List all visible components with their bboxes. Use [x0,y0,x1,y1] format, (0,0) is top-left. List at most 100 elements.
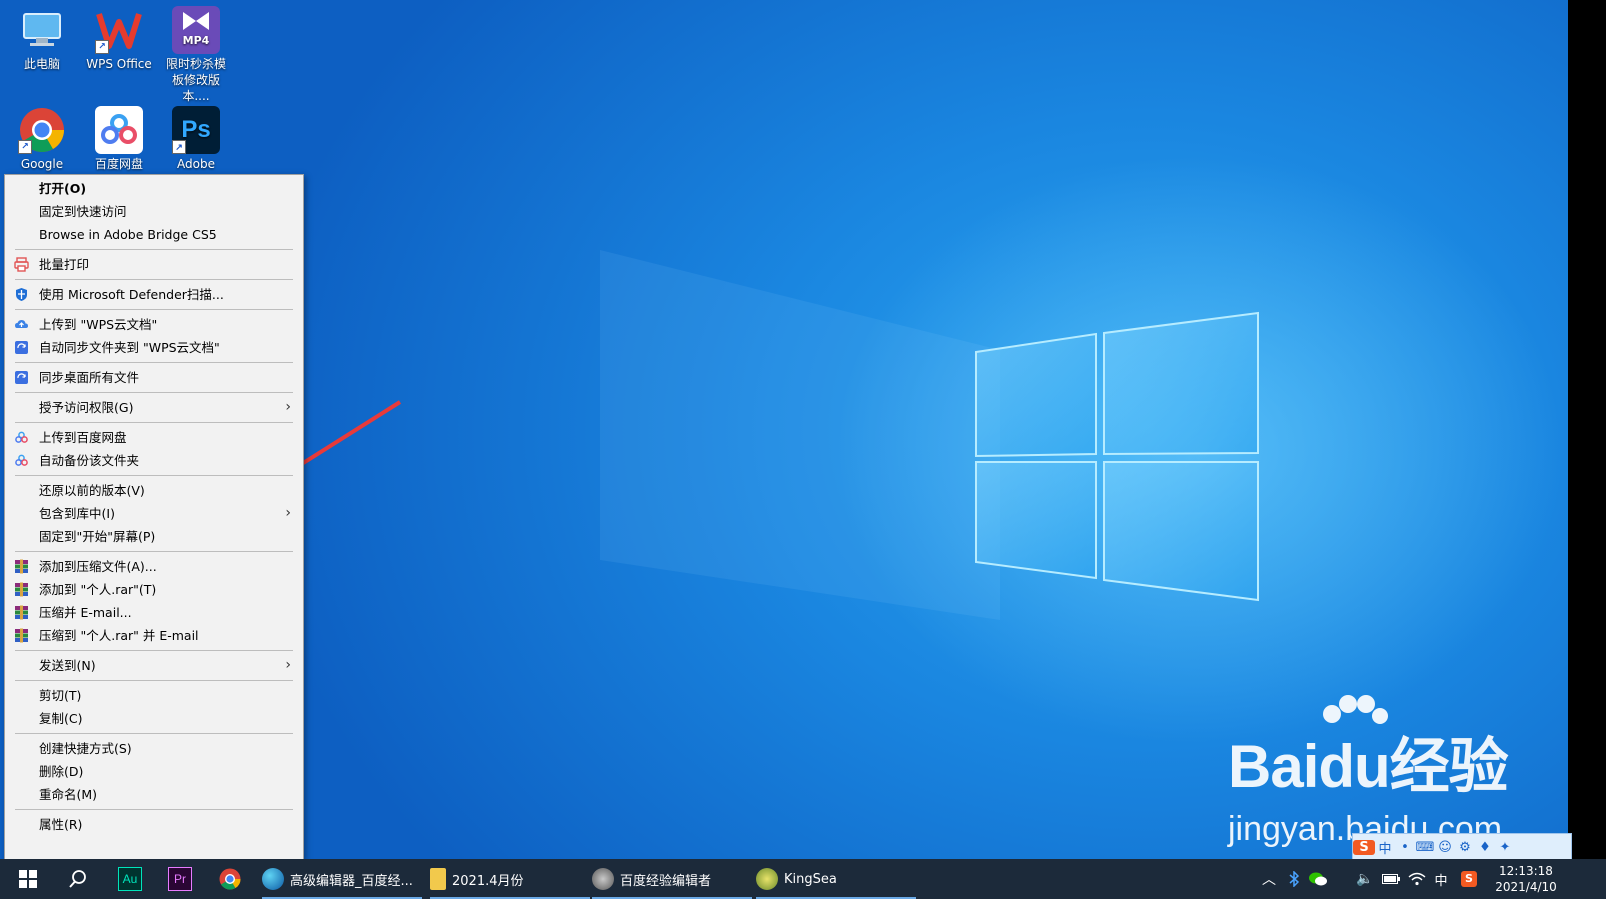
bluetooth-icon[interactable] [1284,859,1304,899]
winrar-icon [15,559,28,574]
menu-item-label: 还原以前的版本(V) [39,483,145,498]
wps-cloud-icon [15,320,28,328]
menu-item-label: 批量打印 [39,257,90,272]
menu-item-label: 添加到 "个人.rar"(T) [39,582,157,597]
taskbar-app-edge[interactable]: 高级编辑器_百度经... [262,859,422,899]
menu-item-create-shortcut[interactable]: 创建快捷方式(S) [5,737,303,760]
menu-separator [15,309,293,310]
menu-item-label: 同步桌面所有文件 [39,370,140,385]
battery-icon[interactable] [1380,859,1402,899]
menu-item-pin-quick-access[interactable]: 固定到快速访问 [5,200,303,223]
taskbar-pinned-premiere[interactable]: Pr [164,859,196,899]
menu-item-send-to[interactable]: 发送到(N) › [5,654,303,677]
clock-date: 2021/4/10 [1495,880,1557,894]
menu-item-grant-access[interactable]: 授予访问权限(G) › [5,396,303,419]
menu-separator [15,362,293,363]
ime-toolbar[interactable]: S 中 • ⌨ ☺ ⚙ ♦ ✦ [1352,833,1572,859]
wifi-icon[interactable] [1406,859,1428,899]
menu-separator [15,422,293,423]
menu-item-label: 发送到(N) [39,658,96,673]
ime-skin-icon[interactable]: ♦ [1475,840,1495,855]
menu-item-add-to-rar[interactable]: 添加到 "个人.rar"(T) [5,578,303,601]
computer-icon [18,6,66,54]
volume-icon[interactable]: 🔈 [1354,859,1376,899]
menu-item-defender-scan[interactable]: 使用 Microsoft Defender扫描... [5,283,303,306]
desktop-icon-adobe[interactable]: Ps ↗ Adobe [158,100,234,172]
menu-item-label: 添加到压缩文件(A)... [39,559,157,574]
clock[interactable]: 12:13:18 2021/4/10 [1486,859,1566,899]
winrar-icon [15,582,28,597]
menu-item-label: 剪切(T) [39,688,82,703]
printer-icon [14,257,29,272]
baidu-netdisk-icon [15,454,28,466]
desktop-icon-label: Adobe [177,157,215,171]
windows-start-icon [19,870,37,888]
desktop-icon-label: 限时秒杀模板修改版本.... [165,57,226,103]
desktop-icon-wps[interactable]: ↗ WPS Office [81,0,157,72]
menu-item-add-to-archive[interactable]: 添加到压缩文件(A)... [5,555,303,578]
menu-item-auto-backup[interactable]: 自动备份该文件夹 [5,449,303,472]
start-button[interactable] [12,859,44,899]
baidu-paw-icon [1323,695,1389,724]
context-menu: 打开(O) 固定到快速访问 Browse in Adobe Bridge CS5… [4,174,304,859]
menu-separator [15,475,293,476]
menu-item-adobe-bridge[interactable]: Browse in Adobe Bridge CS5 [5,223,303,246]
ime-indicator[interactable]: 中 [1432,859,1450,899]
menu-item-pin-start[interactable]: 固定到"开始"屏幕(P) [5,525,303,548]
wechat-icon[interactable] [1306,859,1330,899]
wps-sync-icon [15,371,28,384]
menu-item-label: 打开(O) [39,181,87,196]
menu-item-label: 固定到"开始"屏幕(P) [39,529,156,544]
menu-item-delete[interactable]: 删除(D) [5,760,303,783]
ime-lang-toggle[interactable]: 中 [1375,838,1395,857]
desktop-icon-label: WPS Office [86,57,152,71]
menu-item-label: 上传到百度网盘 [39,430,127,445]
shortcut-arrow-icon: ↗ [172,140,186,154]
menu-item-include-library[interactable]: 包含到库中(I) › [5,502,303,525]
desktop-icon-mp4[interactable]: MP4 限时秒杀模板修改版本.... [158,0,234,104]
kingsea-icon [756,868,778,890]
sogou-s-icon[interactable]: S [1353,839,1375,855]
ime-emoji-icon[interactable]: ☺ [1435,840,1455,855]
submenu-chevron-icon: › [285,657,291,673]
desktop-icon-this-pc[interactable]: 此电脑 [4,0,80,72]
tray-overflow-chevron-icon[interactable]: ︿ [1258,859,1280,899]
desktop-icon-google[interactable]: ↗ Google [4,100,80,172]
ime-punct-toggle[interactable]: • [1395,840,1415,855]
ime-toolbox-icon[interactable]: ✦ [1495,840,1515,855]
menu-item-sync-desktop[interactable]: 同步桌面所有文件 [5,366,303,389]
search-button[interactable] [62,859,94,899]
menu-item-open[interactable]: 打开(O) [5,177,303,200]
menu-item-label: 属性(R) [39,817,83,832]
ime-keyboard-icon[interactable]: ⌨ [1415,840,1435,855]
menu-item-label: 上传到 "WPS云文档" [39,317,158,332]
wps-icon: ↗ [95,6,143,54]
premiere-icon: Pr [168,867,192,891]
edge-icon [262,868,284,890]
menu-item-upload-baidu[interactable]: 上传到百度网盘 [5,426,303,449]
desktop-icon-baidu-netdisk[interactable]: 百度网盘 [81,100,157,172]
menu-item-compress-rar-email[interactable]: 压缩到 "个人.rar" 并 E-mail [5,624,303,647]
menu-separator [15,650,293,651]
taskbar-app-kingsea[interactable]: KingSea [756,859,916,899]
ime-settings-icon[interactable]: ⚙ [1455,840,1475,855]
menu-item-properties[interactable]: 属性(R) [5,813,303,836]
clock-time: 12:13:18 [1499,864,1553,878]
desktop-background: 此电脑 ↗ WPS Office MP4 限时秒杀模板修改版本.... ↗ Go… [0,0,1606,859]
taskbar-app-folder[interactable]: 2021.4月份 [430,859,590,899]
menu-item-copy[interactable]: 复制(C) [5,707,303,730]
baidu-netdisk-icon [15,431,28,443]
menu-item-restore-versions[interactable]: 还原以前的版本(V) [5,479,303,502]
menu-item-auto-sync-wps[interactable]: 自动同步文件夹到 "WPS云文档" [5,336,303,359]
menu-item-cut[interactable]: 剪切(T) [5,684,303,707]
taskbar-pinned-audition[interactable]: Au [114,859,146,899]
menu-item-rename[interactable]: 重命名(M) [5,783,303,806]
menu-item-compress-email[interactable]: 压缩并 E-mail... [5,601,303,624]
menu-item-upload-wps-cloud[interactable]: 上传到 "WPS云文档" [5,313,303,336]
menu-separator [15,680,293,681]
taskbar-app-baidu-editor[interactable]: 百度经验编辑者 [592,859,752,899]
menu-separator [15,809,293,810]
taskbar-pinned-chrome[interactable] [214,859,246,899]
sogou-tray-icon[interactable]: S [1458,859,1480,899]
menu-item-batch-print[interactable]: 批量打印 [5,253,303,276]
